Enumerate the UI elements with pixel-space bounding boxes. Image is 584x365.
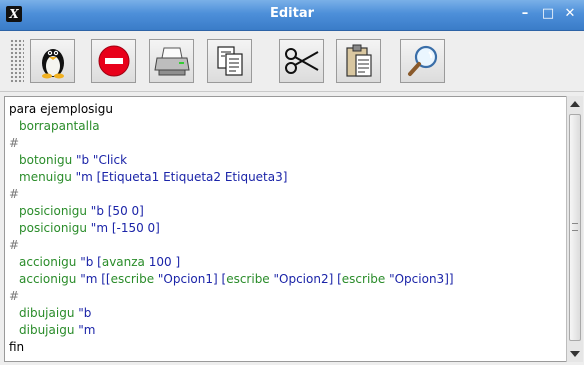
code-token: botonigu [19,153,76,167]
code-line: accionigu "m [[escribe "Opcion1] [escrib… [19,271,454,288]
code-token: escribe [110,272,155,286]
minimize-button[interactable]: – [517,6,533,22]
code-line: borrapantalla [19,118,100,135]
code-token: posicionigu [19,204,91,218]
code-editor[interactable]: para ejemplosigu borrapantalla # botonigu "… [4,96,568,362]
code-token: escribe [226,272,270,286]
toolbar [0,31,584,92]
code-token: "b "Click [75,153,128,167]
clipboard-icon [345,44,372,77]
code-token: "m [-150 0] [90,221,160,235]
code-token: "Opcion2] [ [269,272,342,286]
code-token: "m [Etiqueta1 Etiqueta2 Etiqueta3] [75,170,288,184]
scroll-down-arrow-icon[interactable] [567,346,583,362]
scrollbar-thumb[interactable] [569,114,581,341]
code-token: 100 ] [144,255,181,269]
thumb-grip-icon [572,223,578,231]
code-token: para ejemplosigu [9,102,113,116]
code-line: fin [9,339,24,356]
print-button[interactable] [149,39,194,83]
window-title: Editar [269,6,315,21]
code-line: posicionigu "m [-150 0] [19,220,160,237]
code-line: # [9,237,19,254]
code-token: accionigu [19,255,81,269]
close-button[interactable]: ✕ [562,6,578,22]
code-line: dibujaigu "b [19,305,91,322]
code-token: dibujaigu [19,323,79,337]
code-token: # [9,187,20,201]
code-token: borrapantalla [19,119,100,133]
title-bar[interactable]: X Editar – □ ✕ [0,0,584,31]
stop-sign-icon [98,45,129,77]
toolbar-grip[interactable] [10,39,24,83]
code-line: para ejemplosigu [9,101,113,118]
code-token: "m [[ [80,272,111,286]
code-token: # [9,136,20,150]
code-line: botonigu "b "Click [19,152,127,169]
editor-window: X Editar – □ ✕ para ejemplosigu borrapan… [0,0,584,365]
copy-icon [216,46,243,76]
scissors-icon [284,48,318,74]
code-token: # [9,289,20,303]
code-token: # [9,238,20,252]
code-token: "m [78,323,96,337]
scroll-up-arrow-icon[interactable] [567,96,583,112]
code-line: # [9,186,19,203]
code-token: accionigu [19,272,81,286]
code-token: "b [ [80,255,102,269]
printer-icon [153,47,190,76]
vertical-scrollbar[interactable] [566,96,583,362]
code-line: # [9,288,19,305]
code-token: dibujaigu [19,306,79,320]
code-token: avanza [101,255,145,269]
code-token: posicionigu [19,221,91,235]
code-token: escribe [341,272,386,286]
maximize-button[interactable]: □ [540,6,556,22]
code-line: # [9,135,19,152]
code-token: "b [78,306,92,320]
code-token: "b [50 0] [90,204,144,218]
code-line: posicionigu "b [50 0] [19,203,144,220]
penguin-icon [41,49,64,79]
code-line: menuigu "m [Etiqueta1 Etiqueta2 Etiqueta… [19,169,287,186]
code-token: "Opcion1] [ [154,272,227,286]
search-button[interactable] [400,39,445,83]
code-token: "Opcion3]] [385,272,454,286]
paste-button[interactable] [336,39,381,83]
code-token: menuigu [19,170,76,184]
cut-button[interactable] [279,39,324,83]
stop-button[interactable] [91,39,136,83]
code-line: dibujaigu "m [19,322,95,339]
penguin-button[interactable] [30,39,75,83]
copy-button[interactable] [207,39,252,83]
code-line: accionigu "b [avanza 100 ] [19,254,180,271]
magnifier-icon [407,45,437,76]
code-token: fin [9,340,25,354]
